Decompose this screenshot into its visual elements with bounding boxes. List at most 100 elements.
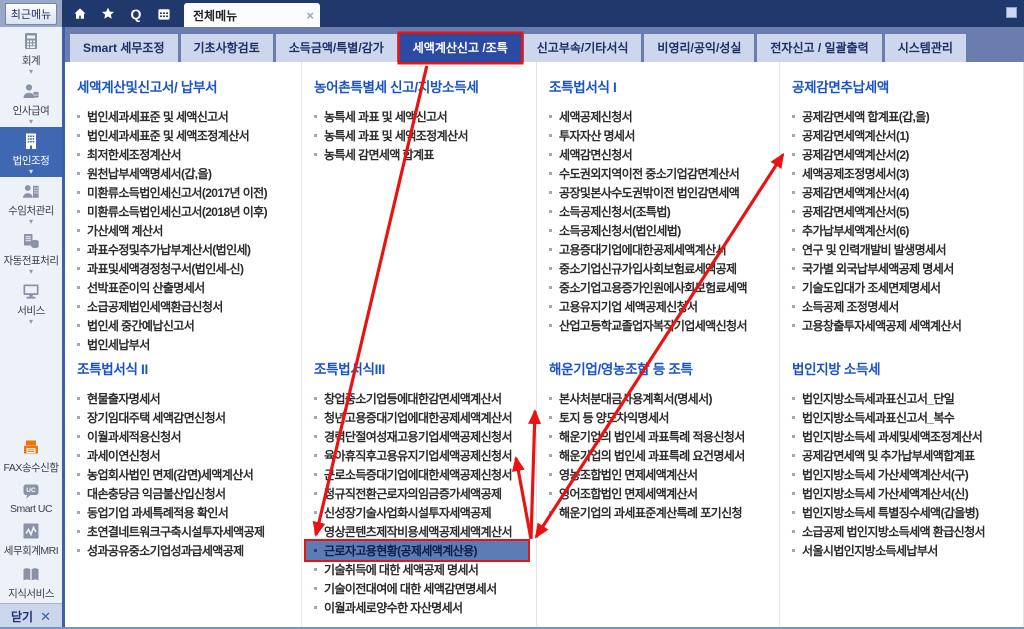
menu-item[interactable]: 미환류소득법인세신고서(2018년 이후) bbox=[77, 202, 295, 221]
open-tab-전체메뉴[interactable]: 전체메뉴 × bbox=[184, 3, 320, 27]
menu-item[interactable]: 법인지방소득세 가산세액계산서(구) bbox=[792, 465, 1017, 484]
menu-item[interactable]: 공제감면세액계산서(4) bbox=[792, 183, 1017, 202]
menu-item[interactable]: 법인세 중간예납신고서 bbox=[77, 316, 295, 335]
sidebar-item-회계[interactable]: 회계 ▾ bbox=[0, 27, 62, 77]
menu-item[interactable]: 공제감면세액계산서(1) bbox=[792, 126, 1017, 145]
menu-item[interactable]: 과세이연신청서 bbox=[77, 446, 295, 465]
menu-item[interactable]: 세액공제조정명세서(3) bbox=[792, 164, 1017, 183]
menu-item[interactable]: 영상콘텐츠제작비용세액공제세액계산서 bbox=[314, 522, 530, 541]
sidebar-item-서비스[interactable]: 서비스 ▾ bbox=[0, 277, 62, 327]
menu-item[interactable]: 공제감면세액계산서(5) bbox=[792, 202, 1017, 221]
calendar-icon[interactable] bbox=[152, 3, 176, 24]
menu-item[interactable]: 해운기업의 법인세 과표특례 요건명세서 bbox=[549, 446, 773, 465]
menu-item[interactable]: 선박표준이익 산출명세서 bbox=[77, 278, 295, 297]
menu-item[interactable]: 중소기업신규가입사회보험료세액공제 bbox=[549, 259, 773, 278]
menu-tab-0[interactable]: Smart 세무조정 bbox=[70, 34, 178, 62]
menu-item[interactable]: 장기임대주택 세액감면신청서 bbox=[77, 408, 295, 427]
menu-tab-7[interactable]: 시스템관리 bbox=[884, 34, 966, 62]
menu-item[interactable]: 최저한세조정계산서 bbox=[77, 145, 295, 164]
menu-item[interactable]: 현물출자명세서 bbox=[77, 389, 295, 408]
menu-item[interactable]: 가산세액 계산서 bbox=[77, 221, 295, 240]
home-icon[interactable] bbox=[68, 3, 92, 24]
menu-item[interactable]: 소득공제 조정명세서 bbox=[792, 297, 1017, 316]
menu-item[interactable]: 과표및세액경정청구서(법인세-신) bbox=[77, 259, 295, 278]
menu-item[interactable]: 소급공제 법인지방소득세액 환급신청서 bbox=[792, 522, 1017, 541]
menu-item[interactable]: 정규직전환근로자의임금증가세액공제 bbox=[314, 484, 530, 503]
menu-item[interactable]: 청년고용증대기업에대한공제세액계산서 bbox=[314, 408, 530, 427]
search-icon[interactable]: Q bbox=[124, 3, 148, 24]
menu-tab-4[interactable]: 신고부속/기타서식 bbox=[523, 34, 642, 62]
sidebar-item-FAX송수신함[interactable]: FAX송수신함 bbox=[0, 434, 62, 477]
menu-item[interactable]: 과표수정및추가납부계산서(법인세) bbox=[77, 240, 295, 259]
menu-item[interactable]: 세액감면신청서 bbox=[549, 145, 773, 164]
menu-item[interactable]: 이월과세로양수한 자산명세서 bbox=[314, 598, 530, 617]
menu-item[interactable]: 법인지방소득세과표신고서_단일 bbox=[792, 389, 1017, 408]
menu-tab-1[interactable]: 기초사항검토 bbox=[180, 34, 273, 62]
menu-item[interactable]: 국가별 외국납부세액공제 명세서 bbox=[792, 259, 1017, 278]
menu-item[interactable]: 원천납부세액명세서(갑,을) bbox=[77, 164, 295, 183]
menu-item[interactable]: 이월과세적용신청서 bbox=[77, 427, 295, 446]
menu-item[interactable]: 법인지방소득세 특별징수세액(갑을병) bbox=[792, 503, 1017, 522]
recent-menu-button[interactable]: 최근메뉴 bbox=[4, 2, 58, 25]
menu-item[interactable]: 영농조합법인 면제세액계산서 bbox=[549, 465, 773, 484]
menu-item[interactable]: 신성장기술사업화시설투자세액공제 bbox=[314, 503, 530, 522]
menu-item[interactable]: 서울시법인지방소득세납부서 bbox=[792, 541, 1017, 560]
menu-item[interactable]: 성과공유중소기업성과급세액공제 bbox=[77, 541, 295, 560]
menu-item[interactable]: 법인세과세표준 및 세액신고서 bbox=[77, 107, 295, 126]
menu-tab-3[interactable]: 세액계산신고 /조특 bbox=[399, 34, 521, 62]
menu-item[interactable]: 세액공제신청서 bbox=[549, 107, 773, 126]
star-icon[interactable] bbox=[96, 3, 120, 24]
menu-item[interactable]: 창업중소기업등에대한감면세액계산서 bbox=[314, 389, 530, 408]
menu-item[interactable]: 기술취득에 대한 세액공제 명세서 bbox=[314, 560, 530, 579]
close-icon[interactable]: × bbox=[306, 8, 314, 23]
sidebar-close-button[interactable]: 닫기 ✕ bbox=[0, 603, 62, 629]
sidebar-item-지식서비스[interactable]: 지식서비스 bbox=[0, 560, 62, 603]
menu-item[interactable]: 투자자산 명세서 bbox=[549, 126, 773, 145]
menu-item[interactable]: 경력단절여성재고용기업세액공제신청서 bbox=[314, 427, 530, 446]
menu-item[interactable]: 기술도입대가 조세면제명세서 bbox=[792, 278, 1017, 297]
menu-item[interactable]: 농업회사법인 면제(감면)세액계산서 bbox=[77, 465, 295, 484]
menu-item[interactable]: 대손충당금 익금불산입신청서 bbox=[77, 484, 295, 503]
menu-item[interactable]: 육아휴직후고용유지기업세액공제신청서 bbox=[314, 446, 530, 465]
menu-item[interactable]: 소급공제법인세액환급신청서 bbox=[77, 297, 295, 316]
menu-item[interactable]: 법인지방소득세 과세및세액조정계산서 bbox=[792, 427, 1017, 446]
menu-item[interactable]: 동업기업 과세특례적용 확인서 bbox=[77, 503, 295, 522]
sidebar-item-Smart UC[interactable]: UC Smart UC bbox=[0, 477, 62, 517]
menu-tab-6[interactable]: 전자신고 / 일괄출력 bbox=[757, 34, 882, 62]
menu-item[interactable]: 근로소득증대기업에대한세액공제신청서 bbox=[314, 465, 530, 484]
menu-item[interactable]: 초연결네트워크구축시설투자세액공제 bbox=[77, 522, 295, 541]
menu-tab-2[interactable]: 소득금액/특별/감가 bbox=[275, 34, 397, 62]
menu-item[interactable]: 고용유지기업 세액공제신청서 bbox=[549, 297, 773, 316]
menu-item[interactable]: 미환류소득법인세신고서(2017년 이전) bbox=[77, 183, 295, 202]
menu-item[interactable]: 소득공제신청서(조특법) bbox=[549, 202, 773, 221]
menu-item[interactable]: 고용증대기업에대한공제세액계산서 bbox=[549, 240, 773, 259]
window-control-icon[interactable] bbox=[1006, 7, 1017, 18]
sidebar-item-수임처관리[interactable]: 수임처관리 ▾ bbox=[0, 177, 62, 227]
menu-item[interactable]: 공제감면세액 합계표(갑,을) bbox=[792, 107, 1017, 126]
sidebar-item-자동전표처리[interactable]: 자동전표처리 ▾ bbox=[0, 227, 62, 277]
menu-item[interactable]: 소득공제신청서(법인세법) bbox=[549, 221, 773, 240]
menu-item[interactable]: 영어조합법인 면제세액계산서 bbox=[549, 484, 773, 503]
menu-item[interactable]: 수도권외지역이전 중소기업감면계산서 bbox=[549, 164, 773, 183]
sidebar-item-인사급여[interactable]: 인사급여 ▾ bbox=[0, 77, 62, 127]
menu-item[interactable]: 기술이전대여에 대한 세액감면명세서 bbox=[314, 579, 530, 598]
menu-item[interactable]: 토지 등 양도차익명세서 bbox=[549, 408, 773, 427]
menu-item[interactable]: 산업고등학교졸업자복직기업세액신청서 bbox=[549, 316, 773, 335]
sidebar-item-법인조정[interactable]: 법인조정 ▾ bbox=[0, 127, 62, 177]
menu-item[interactable]: 공제감면세액 및 추가납부세액합계표 bbox=[792, 446, 1017, 465]
menu-item-highlighted[interactable]: 근로자고용현황(공제세액계산용) bbox=[306, 541, 528, 560]
menu-item[interactable]: 법인세과세표준 및 세액조정계산서 bbox=[77, 126, 295, 145]
menu-tab-5[interactable]: 비영리/공익/성실 bbox=[644, 34, 755, 62]
sidebar-item-세무회계MRI[interactable]: 세무회계MRI bbox=[0, 517, 62, 560]
menu-item[interactable]: 농특세 감면세액 합계표 bbox=[314, 145, 530, 164]
menu-item[interactable]: 공장및본사수도권밖이전 법인감면세액 bbox=[549, 183, 773, 202]
menu-item[interactable]: 중소기업고용증가인원에사회보험료세액 bbox=[549, 278, 773, 297]
menu-item[interactable]: 농특세 과표 및 세액신고서 bbox=[314, 107, 530, 126]
menu-item[interactable]: 공제감면세액계산서(2) bbox=[792, 145, 1017, 164]
menu-item[interactable]: 연구 및 인력개발비 발생명세서 bbox=[792, 240, 1017, 259]
menu-item[interactable]: 해운기업의 법인세 과표특례 적용신청서 bbox=[549, 427, 773, 446]
menu-item[interactable]: 법인지방소득세 가산세액계산서(신) bbox=[792, 484, 1017, 503]
menu-item[interactable]: 본사처분대금사용계획서(명세서) bbox=[549, 389, 773, 408]
menu-item[interactable]: 농특세 과표 및 세액조정계산서 bbox=[314, 126, 530, 145]
menu-item[interactable]: 법인지방소득세과표신고서_복수 bbox=[792, 408, 1017, 427]
